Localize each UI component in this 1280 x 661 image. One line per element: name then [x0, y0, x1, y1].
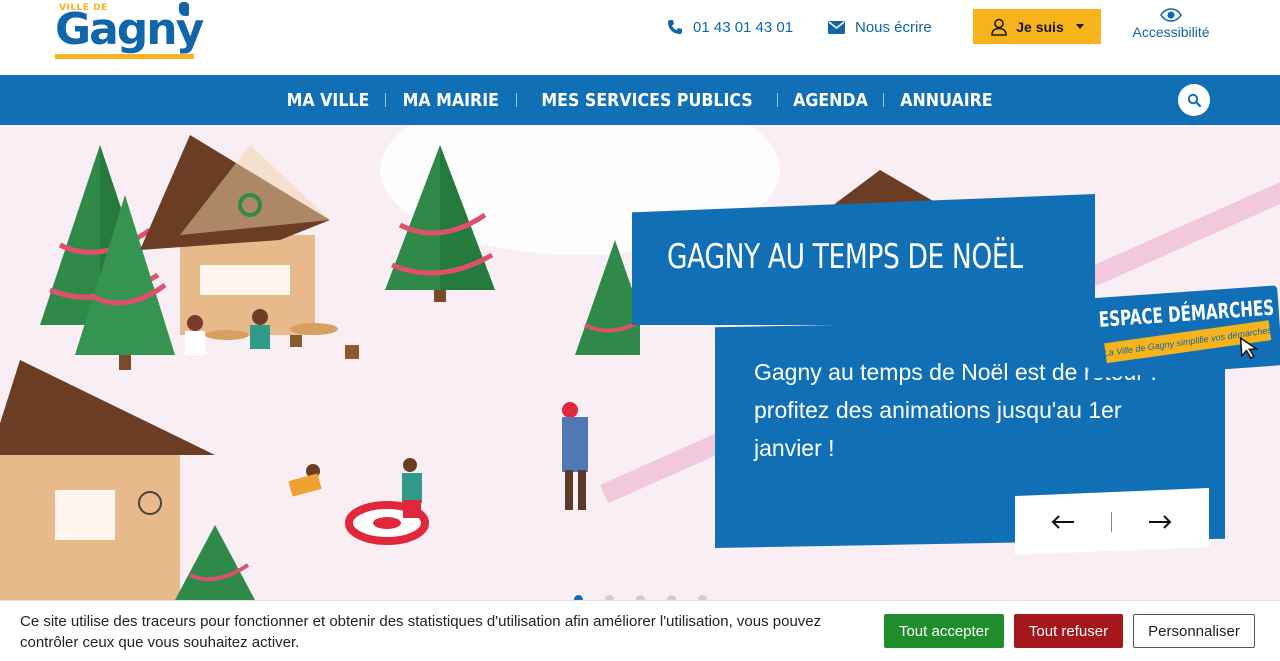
search-button[interactable]: [1178, 84, 1210, 116]
refuse-all-button[interactable]: Tout refuser: [1014, 614, 1123, 648]
nav-item-annuaire[interactable]: ANNUAIRE: [900, 90, 992, 111]
nav-item-services-publics[interactable]: MES SERVICES PUBLICS: [541, 90, 752, 111]
je-suis-label: Je suis: [1016, 18, 1064, 35]
christmas-tree: [575, 240, 640, 355]
nav-divider: [385, 93, 387, 107]
accessibility-link[interactable]: Accessibilité: [1125, 8, 1217, 40]
christmas-village-illustration: [0, 135, 640, 600]
envelope-icon: [828, 20, 845, 34]
christmas-tree: [385, 145, 495, 302]
phone-number: 01 43 01 43 01: [693, 18, 794, 36]
logo-underline: [55, 54, 194, 59]
customize-button[interactable]: Personnaliser: [1133, 614, 1255, 648]
cursor-icon: [1239, 336, 1259, 360]
slide-title[interactable]: GAGNY AU TEMPS DE NOËL: [667, 237, 1023, 277]
logo-shape: [179, 2, 189, 16]
chalet: [140, 135, 330, 335]
nav-item-ma-ville[interactable]: MA VILLE: [287, 90, 370, 111]
gagny-logo[interactable]: Gagny VILLE DE: [55, 0, 204, 60]
mail-link[interactable]: Nous écrire: [828, 17, 932, 37]
cookie-message: Ce site utilise des traceurs pour foncti…: [20, 613, 822, 651]
je-suis-dropdown[interactable]: Je suis: [973, 9, 1101, 44]
chalet: [0, 360, 215, 600]
arrow-left-icon: [1051, 514, 1074, 529]
espace-demarches-banner[interactable]: ESPACE DÉMARCHES La Ville de Gagny simpl…: [1083, 285, 1280, 379]
user-icon: [991, 18, 1008, 36]
caret-down-icon: [1075, 24, 1084, 29]
nav-item-agenda[interactable]: AGENDA: [793, 90, 868, 111]
christmas-tree: [175, 525, 255, 600]
top-header: Gagny VILLE DE 01 43 01 43 01 Nous écrir…: [0, 0, 1280, 75]
search-icon: [1187, 93, 1201, 107]
nav-item-ma-mairie[interactable]: MA MAIRIE: [403, 90, 499, 111]
nav-divider: [776, 93, 778, 107]
logo-prefix: VILLE DE: [59, 3, 108, 13]
phone-link[interactable]: 01 43 01 43 01: [667, 17, 793, 37]
eye-icon: [1160, 8, 1182, 22]
phone-icon: [668, 20, 682, 34]
nav-divider: [515, 93, 517, 107]
previous-slide-button[interactable]: [1015, 488, 1111, 555]
mail-label: Nous écrire: [855, 18, 932, 36]
cookie-banner: Ce site utilise des traceurs pour foncti…: [0, 600, 1280, 661]
accessibility-label: Accessibilité: [1132, 24, 1210, 40]
accept-all-button[interactable]: Tout accepter: [884, 614, 1004, 648]
slider-controls: [1015, 488, 1209, 555]
main-navigation: MA VILLE MA MAIRIE MES SERVICES PUBLICS …: [0, 75, 1280, 125]
arrow-right-icon: [1149, 514, 1172, 529]
next-slide-button[interactable]: [1112, 488, 1208, 555]
nav-divider: [882, 93, 884, 107]
